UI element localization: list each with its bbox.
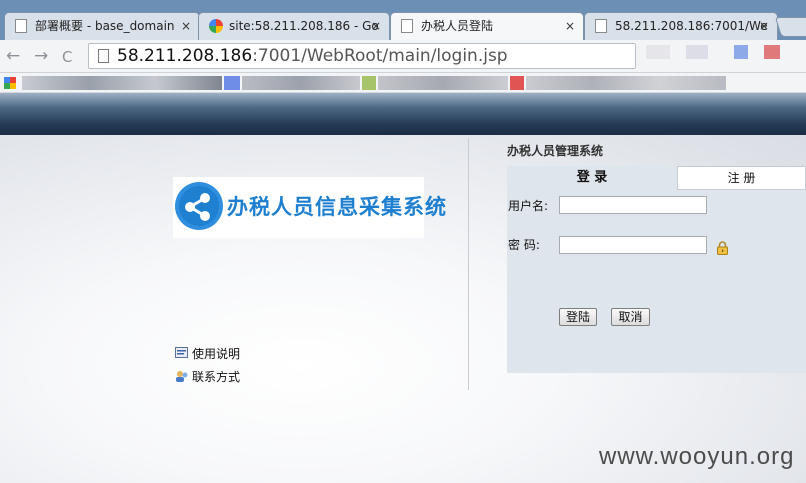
blurred-bookmarks xyxy=(22,76,222,90)
system-title: 办税人员管理系统 xyxy=(507,144,604,158)
vertical-divider xyxy=(468,138,469,390)
blurred-bookmarks xyxy=(526,76,726,90)
help-doc-icon xyxy=(175,347,188,358)
tab-title: 办税人员登陆 xyxy=(421,19,494,33)
page-icon xyxy=(401,19,413,33)
close-icon[interactable]: × xyxy=(565,13,575,39)
address-bar[interactable]: 58.211.208.186:7001/WebRoot/main/login.j… xyxy=(88,43,636,69)
blurred-extension xyxy=(686,45,708,59)
page-icon xyxy=(15,19,27,33)
username-input[interactable] xyxy=(559,196,707,214)
watermark: www.wooyun.org xyxy=(599,443,795,470)
page-icon xyxy=(98,49,109,63)
lock-icon xyxy=(717,241,728,255)
contact-icon xyxy=(176,371,188,382)
cancel-button[interactable]: 取消 xyxy=(611,308,650,326)
address-url: 58.211.208.186:7001/WebRoot/main/login.j… xyxy=(117,46,508,66)
url-path: :7001/WebRoot/main/login.jsp xyxy=(252,46,508,66)
tab-title: site:58.211.208.186 - Go xyxy=(229,19,379,33)
blurred-bookmarks xyxy=(242,76,360,90)
page-icon xyxy=(595,19,607,33)
bookmarks-bar xyxy=(0,73,806,93)
blurred-bookmarks xyxy=(378,76,508,90)
close-icon[interactable]: × xyxy=(759,13,769,39)
browser-tab-google-search[interactable]: site:58.211.208.186 - Go × xyxy=(198,12,390,40)
apps-icon[interactable] xyxy=(4,77,16,89)
blurred-bookmarks xyxy=(510,76,524,90)
usage-instructions-link[interactable]: 使用说明 xyxy=(175,345,240,362)
tab-login[interactable]: 登 录 xyxy=(507,166,677,190)
blurred-extension xyxy=(646,45,670,59)
browser-toolbar: ← → C 58.211.208.186:7001/WebRoot/main/l… xyxy=(0,40,806,73)
reload-icon[interactable]: C xyxy=(62,48,72,66)
blurred-extension xyxy=(764,45,780,59)
login-panel: 登 录 注 册 用户名: 密 码: 登陆 取消 xyxy=(507,166,806,373)
browser-tab-webroot[interactable]: 58.211.208.186:7001/We × xyxy=(584,12,778,40)
close-icon[interactable]: × xyxy=(181,13,191,39)
logo-text: 办税人员信息采集系统 xyxy=(227,195,447,219)
username-label: 用户名: xyxy=(508,199,549,213)
browser-tabstrip: 部署概要 - base_domain × site:58.211.208.186… xyxy=(0,0,806,40)
browser-tab-deployment[interactable]: 部署概要 - base_domain × xyxy=(4,12,200,40)
back-arrow-icon[interactable]: ← xyxy=(6,46,20,66)
google-icon xyxy=(209,19,223,33)
new-tab-button[interactable] xyxy=(774,17,806,37)
url-host: 58.211.208.186 xyxy=(117,46,253,66)
blurred-bookmarks xyxy=(224,76,240,90)
password-label: 密 码: xyxy=(508,238,540,252)
contact-link[interactable]: 联系方式 xyxy=(175,368,240,385)
usage-instructions-label: 使用说明 xyxy=(192,347,241,361)
page-header-banner xyxy=(0,93,806,135)
system-logo: 办税人员信息采集系统 xyxy=(173,177,446,238)
contact-label: 联系方式 xyxy=(192,370,241,384)
browser-tab-login[interactable]: 办税人员登陆 × xyxy=(390,12,584,40)
login-button[interactable]: 登陆 xyxy=(559,308,597,326)
password-input[interactable] xyxy=(559,236,707,254)
blurred-extension xyxy=(734,45,748,59)
forward-arrow-icon[interactable]: → xyxy=(34,46,48,66)
tab-title: 部署概要 - base_domain xyxy=(35,19,175,33)
tab-register[interactable]: 注 册 xyxy=(677,166,806,190)
blurred-bookmarks xyxy=(362,76,376,90)
share-logo-icon xyxy=(175,182,223,230)
tab-title: 58.211.208.186:7001/We xyxy=(615,19,768,33)
close-icon[interactable]: × xyxy=(371,13,381,39)
